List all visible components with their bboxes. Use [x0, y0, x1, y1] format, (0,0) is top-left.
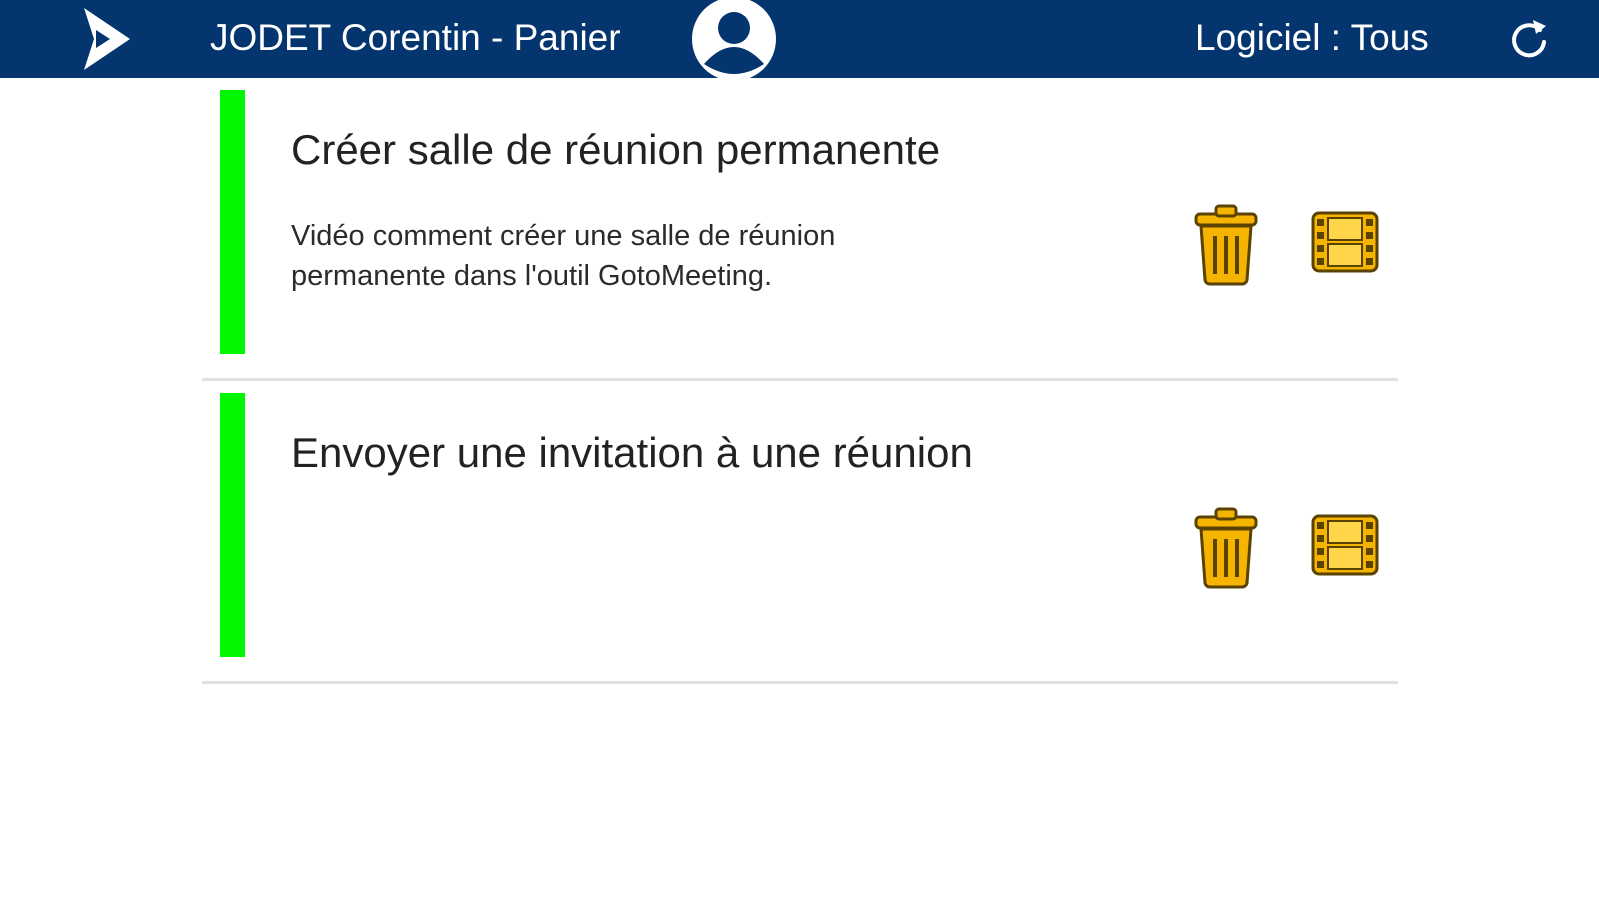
software-filter[interactable]: Logiciel : Tous [1195, 14, 1429, 62]
refresh-icon[interactable] [1506, 14, 1552, 62]
page-title: JODET Corentin - Panier [210, 17, 621, 58]
film-icon[interactable] [1310, 210, 1380, 274]
status-indicator [220, 90, 245, 354]
top-bar: JODET Corentin - Panier Logiciel : Tous [0, 0, 1599, 78]
trash-icon[interactable] [1192, 202, 1260, 286]
play-logo-icon[interactable] [80, 6, 132, 72]
cart-item: Créer salle de réunion permanente Vidéo … [202, 78, 1398, 381]
trash-icon[interactable] [1192, 505, 1260, 589]
film-icon[interactable] [1310, 513, 1380, 577]
item-title: Créer salle de réunion permanente [291, 126, 941, 173]
cart-item: Envoyer une invitation à une réunion [202, 381, 1398, 684]
cart-list: Créer salle de réunion permanente Vidéo … [202, 78, 1398, 684]
item-description: Vidéo comment créer une salle de réunion… [291, 220, 836, 292]
item-title: Envoyer une invitation à une réunion [291, 429, 973, 476]
status-indicator [220, 393, 245, 657]
user-circle-icon[interactable] [690, 0, 778, 78]
